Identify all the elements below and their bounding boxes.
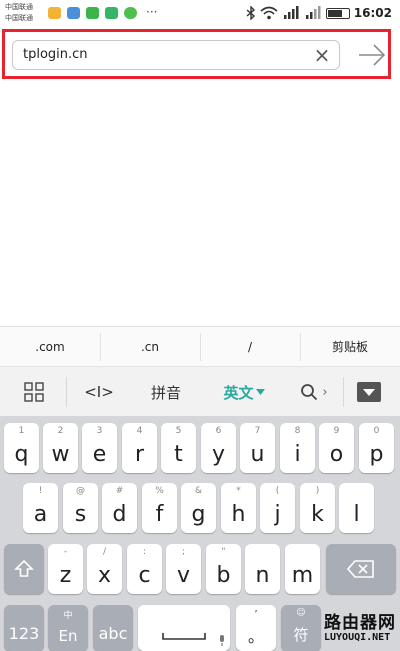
key-c[interactable]: :c: [127, 544, 162, 594]
key-a[interactable]: ! a: [23, 483, 58, 533]
watermark-cn: 路由器网: [324, 613, 396, 633]
key-x[interactable]: / x: [87, 544, 122, 594]
shift-icon: [14, 559, 34, 577]
status-icons: 16:02: [246, 4, 392, 22]
notification-app-icon: [48, 7, 61, 19]
key-z[interactable]: -z: [48, 544, 83, 594]
wifi-app-icon: [124, 7, 137, 19]
backspace-key[interactable]: [326, 544, 396, 594]
key-m[interactable]: m: [285, 544, 320, 594]
clipboard-button[interactable]: 剪贴板: [300, 327, 400, 367]
signal-4g-icon: [283, 6, 299, 19]
key-v[interactable]: ; v: [166, 544, 201, 594]
carrier-1: 中国联通: [5, 3, 33, 11]
notification-app-icon: [67, 7, 80, 19]
pinyin-button[interactable]: 拼音: [138, 367, 194, 417]
notification-app-icon: [105, 7, 118, 19]
go-arrow-icon[interactable]: [357, 42, 387, 68]
grid-menu-icon[interactable]: [12, 367, 56, 417]
hide-keyboard-button[interactable]: [352, 367, 386, 417]
url-text: tplogin.cn: [23, 47, 88, 62]
status-bar: 中国联通 中国联通 ··· 16:02: [0, 0, 400, 26]
suggestion-bar: .com .cn / 剪贴板: [0, 326, 400, 366]
toolbar-divider: [343, 377, 344, 407]
clear-icon[interactable]: ×: [311, 44, 333, 66]
numbers-key[interactable]: 123: [4, 605, 44, 651]
clock: 16:02: [353, 6, 392, 20]
key-u[interactable]: 7u: [240, 423, 275, 473]
page-content: [0, 82, 400, 326]
key-t[interactable]: 5t: [161, 423, 196, 473]
key-n[interactable]: n: [245, 544, 280, 594]
bluetooth-icon: [246, 6, 255, 20]
key-g[interactable]: & g: [181, 483, 216, 533]
carrier-2: 中国联通: [5, 14, 33, 22]
key-y[interactable]: 6y: [201, 423, 236, 473]
abc-key[interactable]: abc: [93, 605, 133, 651]
key-r[interactable]: 4r: [122, 423, 157, 473]
search-button[interactable]: ›: [292, 367, 336, 417]
microphone-icon: [220, 635, 224, 646]
key-f[interactable]: % f: [142, 483, 177, 533]
key-b[interactable]: " b: [206, 544, 241, 594]
key-o[interactable]: 9o: [319, 423, 354, 473]
space-key[interactable]: [138, 605, 230, 651]
language-switch-key[interactable]: 中 En: [48, 605, 88, 651]
punctuation-key[interactable]: ’。: [236, 605, 276, 651]
wechat-icon: [86, 7, 99, 19]
search-icon: [301, 384, 318, 401]
keyboard-toolbar: <I> 拼音 英文 ›: [0, 366, 400, 416]
watermark-logo: 路由器网 LUYOUQI.NET: [320, 608, 398, 650]
suggestion-slash[interactable]: /: [200, 327, 300, 367]
battery-icon: [325, 7, 350, 19]
suggestion-com[interactable]: .com: [0, 327, 100, 367]
signal-2g-icon: [305, 6, 321, 19]
url-input[interactable]: tplogin.cn ×: [12, 40, 340, 70]
symbol-key[interactable]: ☺ 符: [281, 605, 321, 651]
cursor-edit-button[interactable]: <I>: [74, 367, 124, 417]
grid-icon: [24, 382, 44, 402]
english-mode-label: 英文: [223, 383, 254, 402]
english-mode-button[interactable]: 英文: [214, 367, 274, 417]
toolbar-divider: [66, 377, 67, 407]
more-notifications-icon: ···: [146, 5, 158, 19]
dropdown-caret-icon: [255, 389, 265, 395]
key-k[interactable]: ) k: [300, 483, 335, 533]
wifi-icon: [260, 6, 278, 20]
key-e[interactable]: 3e: [82, 423, 117, 473]
key-w[interactable]: 2w: [43, 423, 78, 473]
shift-key[interactable]: [4, 544, 44, 594]
watermark-en: LUYOUQI.NET: [324, 632, 391, 643]
key-i[interactable]: 8i: [280, 423, 315, 473]
collapse-keyboard-icon: [357, 382, 381, 402]
key-p[interactable]: 0p: [359, 423, 394, 473]
address-bar-highlight: tplogin.cn ×: [2, 29, 391, 79]
key-d[interactable]: # d: [102, 483, 137, 533]
backspace-icon: [347, 560, 374, 578]
key-h[interactable]: * h: [221, 483, 256, 533]
suggestion-cn[interactable]: .cn: [100, 327, 200, 367]
key-j[interactable]: (j: [260, 483, 295, 533]
key-l[interactable]: l: [339, 483, 374, 533]
toolbar-more-arrow: ›: [322, 384, 328, 400]
key-q[interactable]: 1q: [4, 423, 39, 473]
key-s[interactable]: @ s: [63, 483, 98, 533]
space-bar-icon: [162, 633, 206, 640]
